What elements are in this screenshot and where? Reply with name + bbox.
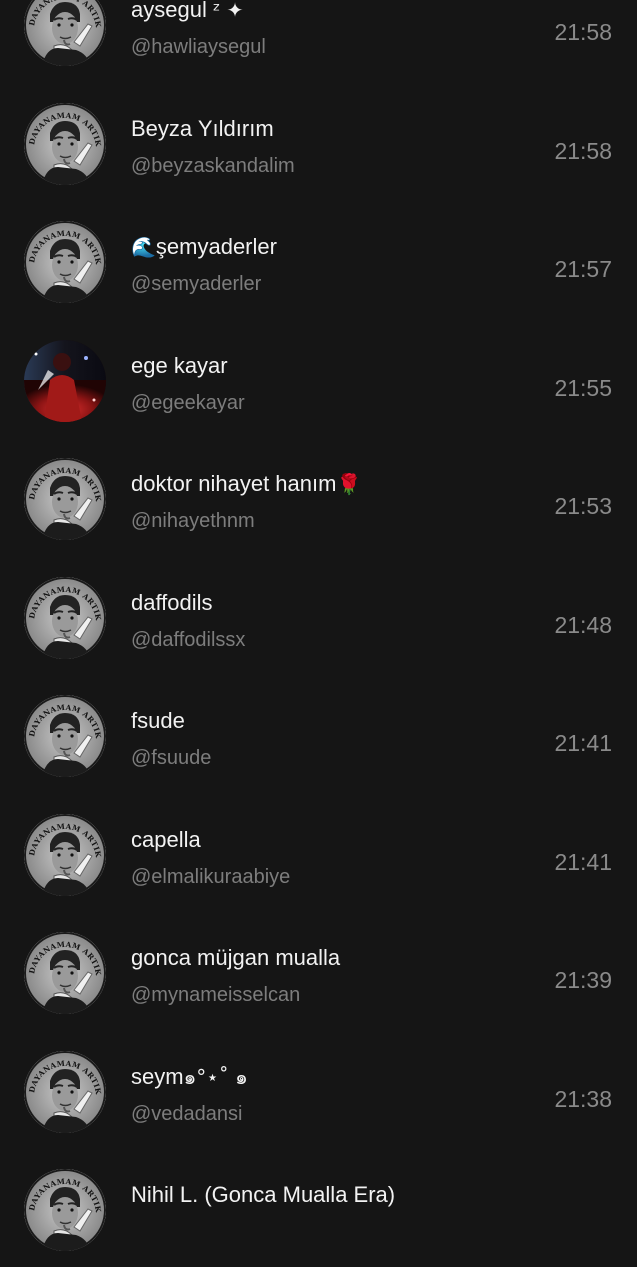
timestamp: 21:39 [554,967,612,993]
username: @nihayethnm [131,510,255,532]
timestamp: 21:58 [554,19,612,45]
dayanamam-artik-icon: DAYANAMAM ARTIK [24,1169,106,1251]
display-name: capella [131,826,201,852]
avatar[interactable]: DAYANAMAM ARTIK [24,1050,106,1133]
avatar[interactable]: DAYANAMAM ARTIK [24,1169,106,1251]
conversation-row[interactable]: DAYANAMAM ARTIK fsude @fsuude 21:41 [0,674,637,793]
timestamp: 21:53 [554,493,612,519]
conversation-row[interactable]: DAYANAMAM ARTIK Nihil L. (Gonca Mualla E… [0,1148,637,1267]
username: @beyzaskandalim [131,154,295,177]
timestamp: 21:58 [554,137,612,164]
timestamp: 21:55 [554,374,612,401]
username: @daffodilssx [131,628,246,651]
avatar[interactable]: DAYANAMAM ARTIK [24,932,106,1014]
display-name: Beyza Yıldırım [131,115,274,141]
conversation-row[interactable]: DAYANAMAM ARTIK daffodils @daffodilssx 2… [0,556,637,675]
dayanamam-artik-icon: DAYANAMAM ARTIK [24,102,106,185]
dayanamam-artik-icon: DAYANAMAM ARTIK [24,221,106,303]
conversation-row[interactable]: DAYANAMAM ARTIK 🌊şemyaderler @semyaderle… [0,200,637,319]
display-name: aysegul ᶻ ✦ [131,0,244,22]
timestamp: 21:41 [554,848,612,875]
avatar[interactable]: DAYANAMAM ARTIK [24,458,106,540]
username: @semyaderler [131,273,262,295]
avatar[interactable]: DAYANAMAM ARTIK [24,576,106,659]
display-name: ege kayar [131,352,228,378]
avatar[interactable]: DAYANAMAM ARTIK [24,813,106,896]
red-concert-photo-icon [24,339,106,422]
timestamp: 21:48 [554,611,612,638]
dayanamam-artik-icon: DAYANAMAM ARTIK [24,932,106,1014]
display-name: fsude [131,708,185,733]
timestamp: 21:38 [554,1085,612,1112]
conversation-row[interactable]: DAYANAMAM ARTIK capella @elmalikuraabiye… [0,793,637,912]
dayanamam-artik-icon: DAYANAMAM ARTIK [24,813,106,896]
avatar[interactable]: DAYANAMAM ARTIK [24,695,106,777]
display-name: 🌊şemyaderler [131,234,277,259]
username: @elmalikuraabiye [131,865,291,888]
display-name: Nihil L. (Gonca Mualla Era) [131,1182,396,1207]
username: @egeekayar [131,391,245,414]
display-name: daffodils [131,589,213,615]
conversation-row[interactable]: DAYANAMAM ARTIK Beyza Yıldırım @beyzaska… [0,82,637,201]
conversation-row[interactable]: DAYANAMAM ARTIK seym๑°⋆˚ ๑ @vedadansi 21… [0,1030,637,1149]
conversation-row[interactable]: DAYANAMAM ARTIK aysegul ᶻ ✦ @hawliaysegu… [0,0,637,82]
dayanamam-artik-icon: DAYANAMAM ARTIK [24,0,106,66]
avatar[interactable] [24,339,106,422]
username: @hawliaysegul [131,36,266,58]
timestamp: 21:57 [554,256,612,282]
avatar[interactable]: DAYANAMAM ARTIK [24,0,106,66]
dayanamam-artik-icon: DAYANAMAM ARTIK [24,1050,106,1133]
display-name: seym๑°⋆˚ ๑ [131,1063,248,1089]
avatar[interactable]: DAYANAMAM ARTIK [24,102,106,185]
message-list: DAYANAMAM ARTIK aysegul ᶻ ✦ @hawliaysegu… [0,0,637,1267]
dayanamam-artik-icon: DAYANAMAM ARTIK [24,458,106,540]
conversation-row[interactable]: DAYANAMAM ARTIK doktor nihayet hanım🌹 @n… [0,437,637,556]
dayanamam-artik-icon: DAYANAMAM ARTIK [24,576,106,659]
username: @mynameisselcan [131,984,301,1006]
display-name: gonca müjgan mualla [131,945,341,970]
display-name: doktor nihayet hanım🌹 [131,471,362,496]
dayanamam-artik-icon: DAYANAMAM ARTIK [24,695,106,777]
username: @vedadansi [131,1102,243,1125]
avatar[interactable]: DAYANAMAM ARTIK [24,221,106,303]
username: @fsuude [131,747,212,769]
conversation-row[interactable]: ege kayar @egeekayar 21:55 [0,319,637,438]
timestamp: 21:41 [554,730,612,756]
conversation-row[interactable]: DAYANAMAM ARTIK gonca müjgan mualla @myn… [0,911,637,1030]
